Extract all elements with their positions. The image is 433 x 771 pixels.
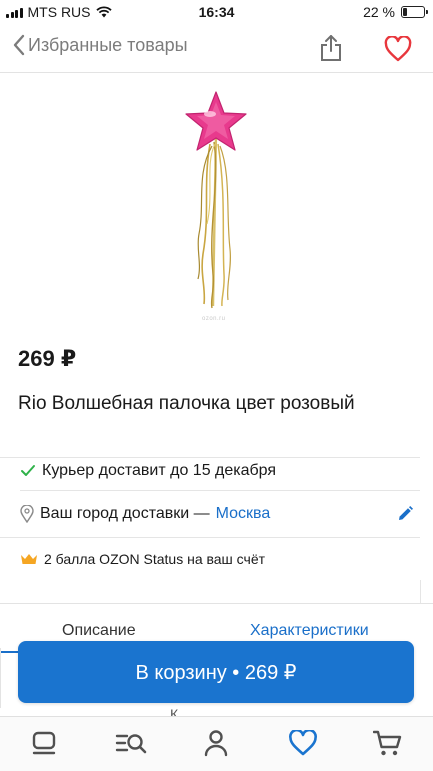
crown-icon (21, 554, 37, 564)
pencil-icon (399, 506, 413, 520)
status-bar: MTS RUS 16:34 22 % (0, 0, 433, 24)
tab-description[interactable]: Описание (62, 622, 136, 640)
city-prefix: Ваш город доставки — (40, 505, 210, 522)
tab-cart[interactable] (372, 727, 404, 759)
product-image[interactable]: ozon.ru (0, 74, 433, 332)
back-button[interactable]: Избранные товары (12, 34, 188, 56)
city-row[interactable]: Ваш город доставки — Москва (20, 505, 270, 523)
ozon-status-text: 2 балла OZON Status на ваш счёт (44, 551, 266, 567)
bottom-tab-bar (0, 716, 433, 771)
location-pin-icon (20, 505, 34, 523)
check-icon (21, 465, 35, 476)
tab-profile[interactable] (200, 727, 232, 759)
divider (20, 490, 420, 491)
catalog-search-icon (115, 734, 147, 754)
home-icon (32, 731, 56, 755)
tab-characteristics[interactable]: Характеристики (250, 622, 369, 640)
cart-icon (373, 730, 402, 756)
battery-percent: 22 % (363, 4, 395, 20)
courier-text: Курьер доставит до 15 декабря (42, 462, 277, 479)
product-price: 269 ₽ (18, 346, 77, 371)
back-label: Избранные товары (28, 34, 188, 55)
battery-group: 22 % (363, 4, 428, 20)
add-to-cart-button[interactable]: В корзину • 269 ₽ (18, 641, 414, 703)
divider (420, 580, 421, 604)
profile-icon (204, 730, 228, 757)
tab-home[interactable] (28, 727, 60, 759)
city-link[interactable]: Москва (216, 505, 271, 523)
product-title: Rio Волшебная палочка цвет розовый (18, 393, 355, 414)
battery-icon (401, 6, 428, 18)
ozon-status-row: 2 балла OZON Status на ваш счёт (20, 551, 265, 567)
courier-delivery-row: Курьер доставит до 15 декабря (20, 462, 276, 480)
magic-wand-picture (185, 91, 247, 309)
divider (0, 457, 420, 458)
share-icon (321, 35, 341, 61)
favorites-heart-icon (289, 730, 317, 756)
chevron-left-icon (13, 34, 25, 56)
divider (0, 537, 420, 538)
heart-icon (384, 35, 412, 62)
divider (0, 648, 1, 708)
navigation-bar: Избранные товары (0, 26, 433, 73)
edit-city-button[interactable] (396, 505, 414, 528)
image-watermark: ozon.ru (202, 316, 226, 322)
favorite-button[interactable] (384, 35, 412, 67)
tab-favorites[interactable] (287, 727, 319, 759)
share-button[interactable] (318, 34, 344, 67)
tab-catalog[interactable] (115, 727, 147, 759)
active-tab-indicator (0, 651, 20, 653)
